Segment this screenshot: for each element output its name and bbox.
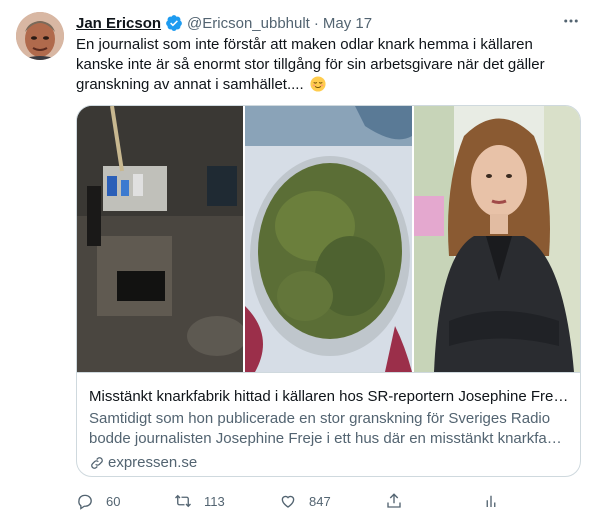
card-description-line-2: bodde journalisten Josephine Freje i ett… <box>89 430 569 447</box>
reply-icon <box>78 494 92 510</box>
heart-icon <box>281 495 295 508</box>
retweet-count: 113 <box>204 493 225 509</box>
card-title[interactable]: Misstänkt knarkfabrik hittad i källaren … <box>89 387 569 407</box>
share-icon <box>387 493 401 508</box>
reply-count: 60 <box>106 493 121 509</box>
card-image-collage[interactable] <box>77 106 580 372</box>
card-domain-text: expressen.se <box>108 454 198 471</box>
like-button[interactable]: 847 <box>279 489 331 513</box>
analytics-button[interactable] <box>482 489 500 513</box>
author-handle[interactable]: @Ericson_ubbhult <box>187 15 310 32</box>
share-button[interactable] <box>385 489 403 513</box>
tweet-action-bar: 60 113 847 <box>76 489 556 513</box>
header-separator: · <box>313 14 319 32</box>
card-image-portrait <box>414 106 580 372</box>
link-icon <box>91 457 103 469</box>
avatar[interactable] <box>16 12 64 60</box>
reply-button[interactable]: 60 <box>76 489 120 513</box>
author-name[interactable]: Jan Ericson <box>76 15 161 32</box>
analytics-icon <box>486 495 496 507</box>
tweet-text-container: En journalist som inte förstår att maken… <box>76 35 576 95</box>
card-image-plants <box>245 106 412 372</box>
card-body[interactable]: Misstänkt knarkfabrik hittad i källaren … <box>77 372 580 476</box>
relieved-face-icon <box>310 76 326 92</box>
retweet-button[interactable]: 113 <box>174 489 225 513</box>
card-description-line-1: Samtidigt som hon publicerade en stor gr… <box>89 410 551 427</box>
retweet-icon <box>175 494 191 508</box>
card-image-basement <box>77 106 243 372</box>
card-domain[interactable]: expressen.se <box>89 453 197 473</box>
tweet[interactable]: Jan Ericson @Ericson_ubbhult · May 17 En… <box>0 0 589 525</box>
like-count: 847 <box>309 493 331 509</box>
tweet-header: Jan Ericson @Ericson_ubbhult · May 17 <box>76 13 372 33</box>
card-description: Samtidigt som hon publicerade en stor gr… <box>89 409 569 449</box>
link-preview-card[interactable]: Misstänkt knarkfabrik hittad i källaren … <box>76 105 581 477</box>
more-options-icon[interactable] <box>562 12 580 30</box>
tweet-date[interactable]: May 17 <box>323 15 372 32</box>
verified-badge-icon <box>165 14 183 32</box>
